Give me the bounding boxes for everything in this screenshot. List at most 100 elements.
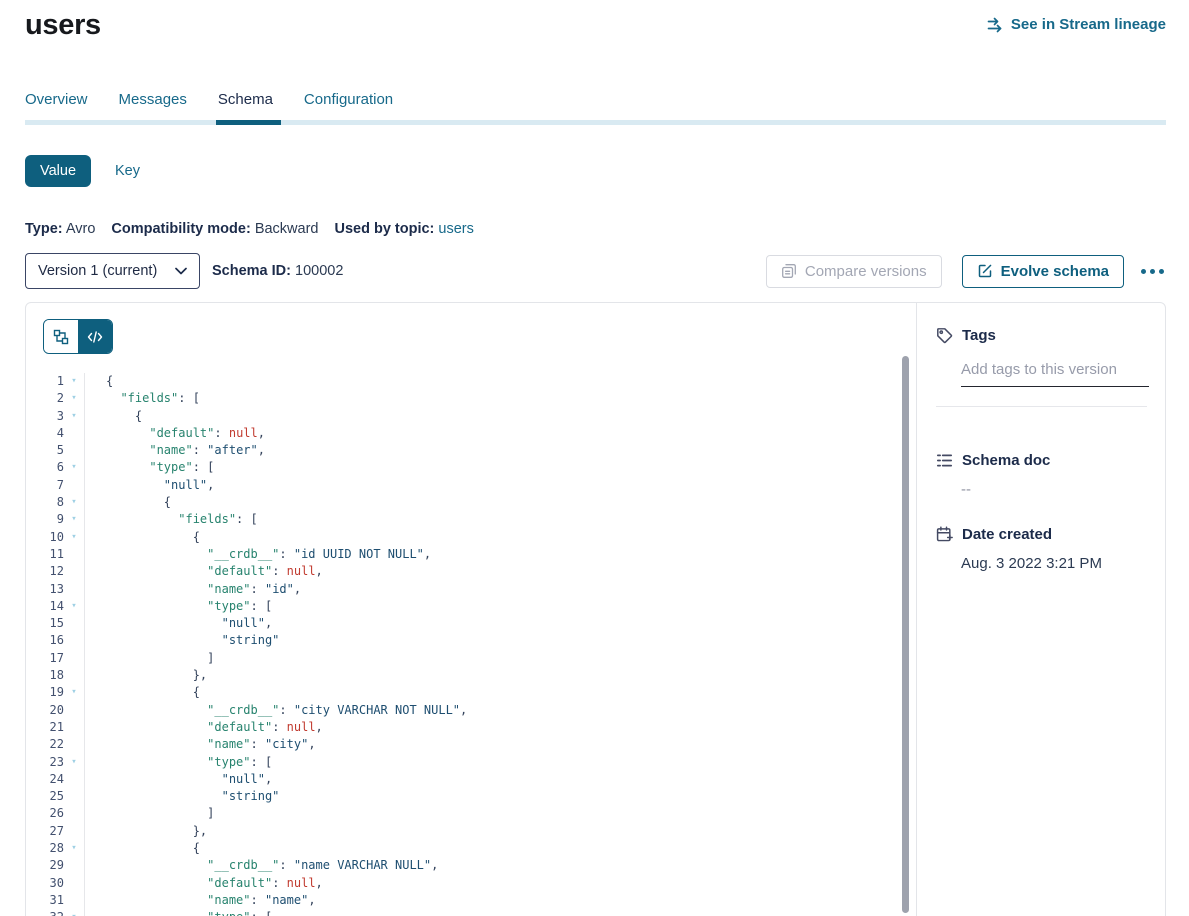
code-text: "name": "name", — [85, 892, 316, 909]
code-line: 19▾ { — [26, 684, 916, 701]
code-line: 13 "name": "id", — [26, 581, 916, 598]
list-icon — [936, 452, 953, 469]
code-text: ] — [85, 805, 214, 822]
gutter-spacer — [64, 857, 85, 874]
line-number: 11 — [26, 546, 64, 563]
code-text: "__crdb__": "name VARCHAR NULL", — [85, 857, 438, 874]
code-text: "null", — [85, 771, 272, 788]
schema-doc-value: -- — [961, 481, 1147, 498]
gutter-spacer — [64, 875, 85, 892]
evolve-schema-button[interactable]: Evolve schema — [962, 255, 1124, 288]
tree-view-button[interactable] — [44, 320, 78, 353]
schema-id-label: Schema ID: — [212, 263, 291, 279]
compare-versions-label: Compare versions — [805, 263, 927, 280]
line-number: 23 — [26, 754, 64, 771]
line-number: 26 — [26, 805, 64, 822]
tag-icon — [936, 327, 953, 344]
code-line: 31 "name": "name", — [26, 892, 916, 909]
code-text: }, — [85, 667, 207, 684]
meta-type: Type: Avro — [25, 221, 95, 237]
code-text: "type": [ — [85, 909, 272, 916]
code-editor: 1▾{2▾ "fields": [3▾ {4 "default": null,5… — [26, 303, 916, 916]
code-view-button[interactable] — [78, 320, 112, 353]
page-header: users See in Stream lineage — [25, 0, 1166, 42]
version-select[interactable]: Version 1 (current) — [25, 253, 200, 289]
collapse-toggle-icon[interactable]: ▾ — [64, 459, 85, 476]
gutter-spacer — [64, 477, 85, 494]
collapse-toggle-icon[interactable]: ▾ — [64, 511, 85, 528]
code-view-icon — [87, 329, 103, 345]
tab-configuration[interactable]: Configuration — [304, 91, 393, 120]
gutter-spacer — [64, 771, 85, 788]
stream-lineage-label: See in Stream lineage — [1011, 16, 1166, 33]
collapse-toggle-icon[interactable]: ▾ — [64, 529, 85, 546]
line-number: 3 — [26, 408, 64, 425]
meta-type-label: Type: — [25, 221, 63, 237]
code-text: "default": null, — [85, 719, 323, 736]
line-number: 27 — [26, 823, 64, 840]
collapse-toggle-icon[interactable]: ▾ — [64, 909, 85, 916]
code-line: 10▾ { — [26, 529, 916, 546]
code-text: { — [85, 684, 200, 701]
code-line: 16 "string" — [26, 632, 916, 649]
tags-section-heading: Tags — [936, 327, 1147, 344]
gutter-spacer — [64, 805, 85, 822]
code-line: 1▾{ — [26, 373, 916, 390]
meta-type-value: Avro — [66, 221, 96, 237]
line-number: 25 — [26, 788, 64, 805]
collapse-toggle-icon[interactable]: ▾ — [64, 390, 85, 407]
gutter-spacer — [64, 719, 85, 736]
code-text: "name": "id", — [85, 581, 301, 598]
evolve-schema-label: Evolve schema — [1001, 263, 1109, 280]
date-created-value: Aug. 3 2022 3:21 PM — [961, 555, 1147, 572]
compare-versions-button[interactable]: Compare versions — [766, 255, 942, 288]
code-line: 5 "name": "after", — [26, 442, 916, 459]
schema-panel: 1▾{2▾ "fields": [3▾ {4 "default": null,5… — [25, 302, 1166, 916]
date-created-heading-label: Date created — [962, 526, 1052, 543]
evolve-schema-icon — [977, 263, 993, 279]
vertical-scrollbar[interactable] — [902, 356, 909, 913]
code-line: 20 "__crdb__": "city VARCHAR NOT NULL", — [26, 702, 916, 719]
line-number: 1 — [26, 373, 64, 390]
code-text: { — [85, 529, 200, 546]
more-options-button[interactable] — [1139, 265, 1166, 278]
tags-input-wrap — [961, 359, 1147, 387]
code-line: 25 "string" — [26, 788, 916, 805]
tab-schema[interactable]: Schema — [218, 91, 273, 120]
tab-messages[interactable]: Messages — [119, 91, 187, 120]
code-line: 3▾ { — [26, 408, 916, 425]
tags-input[interactable] — [961, 359, 1149, 387]
gutter-spacer — [64, 581, 85, 598]
code-line: 24 "null", — [26, 771, 916, 788]
schema-id: Schema ID: 100002 — [212, 263, 343, 279]
schema-code: 1▾{2▾ "fields": [3▾ {4 "default": null,5… — [26, 373, 916, 916]
code-line: 12 "default": null, — [26, 563, 916, 580]
gutter-spacer — [64, 702, 85, 719]
code-line: 4 "default": null, — [26, 425, 916, 442]
collapse-toggle-icon[interactable]: ▾ — [64, 408, 85, 425]
stream-lineage-link[interactable]: See in Stream lineage — [987, 0, 1166, 33]
line-number: 22 — [26, 736, 64, 753]
code-text: "default": null, — [85, 563, 323, 580]
value-toggle-button[interactable]: Value — [25, 155, 91, 187]
tab-overview[interactable]: Overview — [25, 91, 88, 120]
stream-lineage-icon — [987, 17, 1004, 33]
tab-bar: Overview Messages Schema Configuration — [25, 91, 1166, 125]
collapse-toggle-icon[interactable]: ▾ — [64, 598, 85, 615]
topic-link[interactable]: users — [438, 221, 473, 237]
collapse-toggle-icon[interactable]: ▾ — [64, 754, 85, 771]
code-text: "fields": [ — [85, 511, 258, 528]
key-toggle-button[interactable]: Key — [115, 163, 140, 179]
tags-heading-label: Tags — [962, 327, 996, 344]
line-number: 2 — [26, 390, 64, 407]
code-text: { — [85, 494, 171, 511]
collapse-toggle-icon[interactable]: ▾ — [64, 373, 85, 390]
code-text: "name": "city", — [85, 736, 316, 753]
collapse-toggle-icon[interactable]: ▾ — [64, 684, 85, 701]
schema-doc-heading: Schema doc — [936, 452, 1147, 469]
collapse-toggle-icon[interactable]: ▾ — [64, 840, 85, 857]
gutter-spacer — [64, 632, 85, 649]
line-number: 21 — [26, 719, 64, 736]
collapse-toggle-icon[interactable]: ▾ — [64, 494, 85, 511]
meta-topic-label: Used by topic: — [334, 221, 434, 237]
